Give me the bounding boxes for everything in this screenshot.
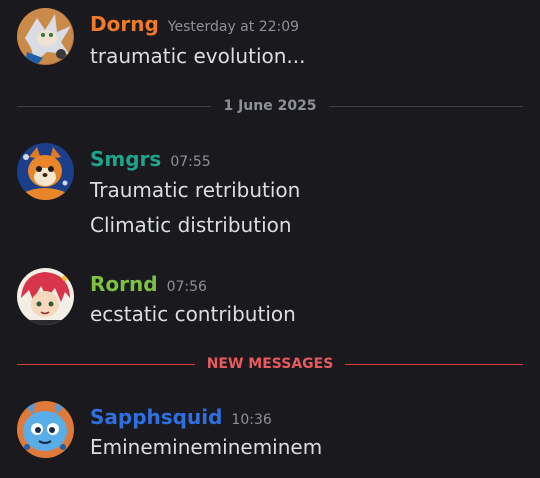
avatar[interactable]	[17, 268, 74, 325]
divider-line	[328, 105, 523, 107]
username[interactable]: Dorng	[90, 12, 159, 36]
date-divider-label: 1 June 2025	[223, 98, 317, 114]
username[interactable]: Sapphsquid	[90, 405, 222, 429]
timestamp[interactable]: 07:55	[170, 154, 210, 170]
message-header: Dorng Yesterday at 22:09	[90, 12, 299, 36]
date-divider: 1 June 2025	[17, 96, 523, 116]
message-text: Emineminemineminem	[90, 435, 323, 459]
new-messages-divider: NEW MESSAGES	[17, 354, 524, 374]
red-hair-anime-avatar-icon	[17, 268, 74, 325]
message-text: Traumatic retribution	[90, 178, 301, 202]
blue-squid-avatar-icon	[17, 401, 74, 458]
avatar[interactable]	[17, 8, 74, 65]
message-header: Rornd 07:56	[90, 272, 207, 296]
timestamp[interactable]: 10:36	[231, 412, 271, 428]
orange-squirrel-avatar-icon	[17, 143, 74, 200]
message-header: Smgrs 07:55	[90, 147, 211, 171]
message-header: Sapphsquid 10:36	[90, 405, 272, 429]
message-text: Climatic distribution	[90, 213, 292, 237]
silver-hedgehog-avatar-icon	[17, 8, 74, 65]
new-messages-label: NEW MESSAGES	[206, 356, 334, 372]
divider-line	[345, 363, 524, 365]
message-text: ecstatic contribution	[90, 302, 296, 326]
message-text: traumatic evolution...	[90, 44, 306, 68]
chat-message-list: Dorng Yesterday at 22:09 traumatic evolu…	[0, 0, 540, 478]
timestamp[interactable]: Yesterday at 22:09	[168, 19, 299, 35]
username[interactable]: Smgrs	[90, 147, 161, 171]
avatar[interactable]	[17, 401, 74, 458]
divider-line	[17, 105, 212, 107]
username[interactable]: Rornd	[90, 272, 158, 296]
divider-line	[17, 363, 195, 365]
timestamp[interactable]: 07:56	[167, 279, 207, 295]
avatar[interactable]	[17, 143, 74, 200]
